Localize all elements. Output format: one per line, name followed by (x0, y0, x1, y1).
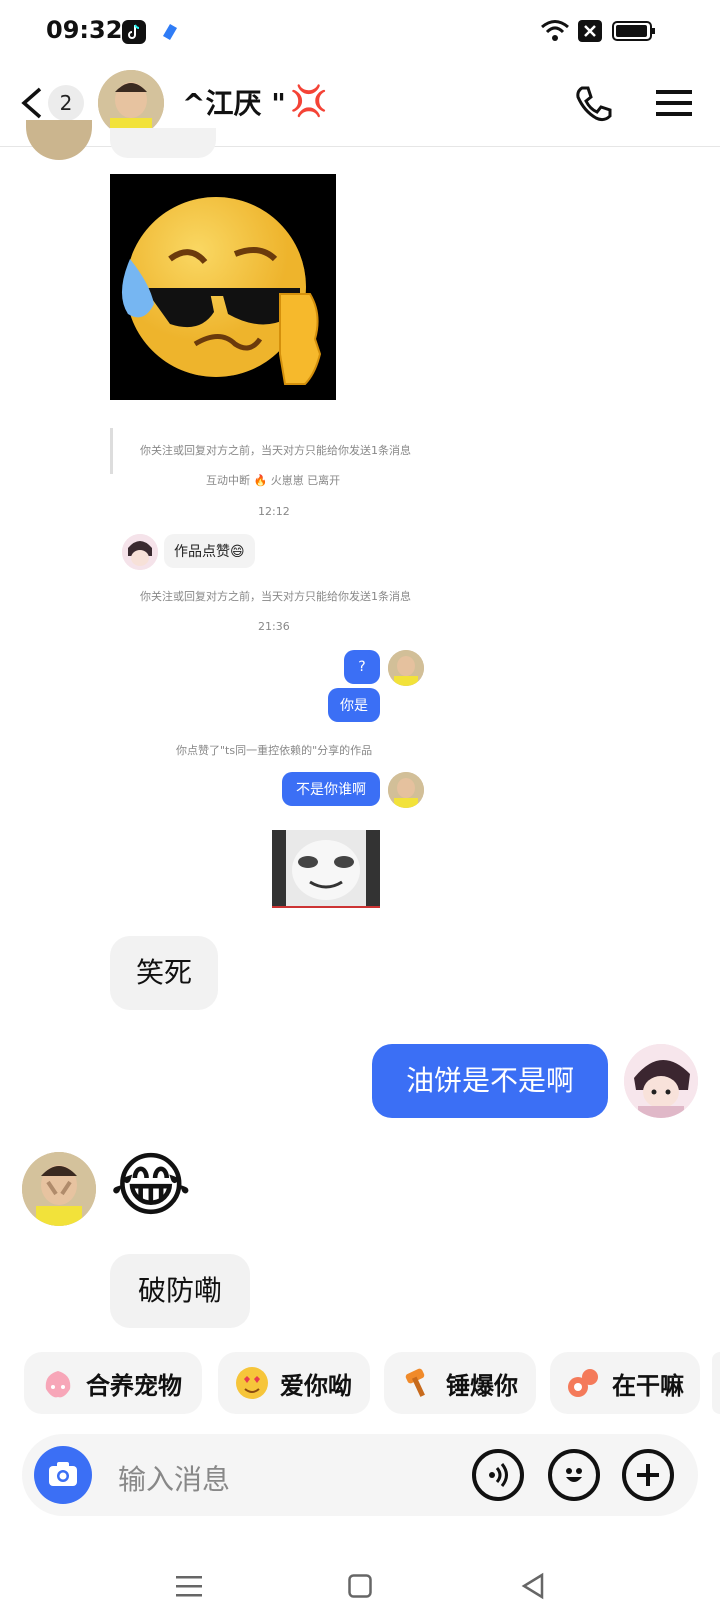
tiktok-icon (122, 20, 146, 44)
status-bar: 09:32 (0, 0, 720, 62)
message-bubble-received[interactable]: 破防嘞 (110, 1254, 250, 1328)
quick-reply-label: 合养宠物 (86, 1371, 182, 1400)
home-icon[interactable] (348, 1574, 372, 1602)
message-bubble[interactable]: 不是你谁啊 (282, 772, 380, 806)
system-notice: 互动中断 🔥 火崽崽 已离开 (206, 474, 341, 487)
message-bubble-received[interactable]: 笑死 (110, 936, 218, 1010)
timestamp: 12:12 (258, 505, 290, 518)
heart-eyes-icon (232, 1363, 272, 1403)
message-bubble[interactable]: 作品点赞😄 (164, 534, 255, 568)
emoji-message[interactable]: 😂 (110, 1150, 192, 1220)
system-notice: 你关注或回复对方之前，当天对方只能给你发送1条消息 (140, 444, 411, 457)
question-bubble-icon (564, 1363, 604, 1403)
system-notice: 你关注或回复对方之前，当天对方只能给你发送1条消息 (140, 590, 411, 603)
timestamp: 21:36 (258, 620, 290, 633)
voice-input-button[interactable] (472, 1449, 524, 1501)
sender-avatar-partial (26, 120, 92, 160)
phone-call-icon[interactable] (574, 84, 614, 128)
avatar (388, 772, 424, 808)
anger-emoji: 💢 (290, 84, 328, 119)
message-input[interactable]: 输入消息 (118, 1458, 230, 1498)
message-bubble-partial (110, 128, 216, 158)
quick-reply-chip[interactable]: 爱你呦 (218, 1352, 370, 1414)
divider-line (110, 428, 113, 474)
quick-reply-chip-partial[interactable] (712, 1352, 720, 1414)
system-nav-bar (0, 1540, 720, 1612)
quick-reply-label: 在干嘛 (612, 1371, 684, 1400)
menu-icon[interactable] (656, 88, 692, 122)
message-bubble[interactable]: 你是 (328, 688, 380, 722)
app-notification-icon (158, 20, 182, 44)
recent-apps-icon[interactable] (176, 1574, 202, 1602)
plus-more-button[interactable] (622, 1449, 674, 1501)
back-nav-icon[interactable] (520, 1572, 546, 1604)
wifi-icon (540, 18, 570, 48)
peach-icon (38, 1363, 78, 1403)
quick-reply-chip[interactable]: 锤爆你 (384, 1352, 536, 1414)
avatar (388, 650, 424, 686)
hammer-icon (398, 1363, 438, 1403)
unread-badge[interactable]: 2 (48, 85, 84, 121)
status-time: 09:32 (46, 16, 123, 44)
my-avatar[interactable] (624, 1044, 698, 1118)
sender-avatar[interactable] (22, 1152, 96, 1226)
avatar (122, 534, 158, 570)
message-bubble[interactable]: ? (344, 650, 380, 684)
contact-name[interactable]: ^江厌 " (182, 82, 286, 122)
sim-no-signal-icon (578, 20, 602, 42)
back-arrow-icon[interactable] (18, 86, 46, 124)
contact-avatar[interactable] (98, 70, 164, 136)
battery-icon (612, 20, 656, 46)
camera-button[interactable] (34, 1446, 92, 1504)
message-bubble-sent[interactable]: 油饼是不是啊 (372, 1044, 608, 1118)
quick-reply-chip[interactable]: 合养宠物 (24, 1352, 202, 1414)
quick-reply-chip[interactable]: 在干嘛 (550, 1352, 700, 1414)
sticker-sunglasses-emoji[interactable] (110, 174, 336, 400)
quick-reply-label: 锤爆你 (446, 1371, 518, 1400)
sticker-panda-face[interactable] (272, 830, 380, 908)
emoji-button[interactable] (548, 1449, 600, 1501)
system-notice: 你点赞了"ts同一重控依赖的"分享的作品 (176, 744, 373, 757)
quick-reply-label: 爱你呦 (280, 1371, 352, 1400)
